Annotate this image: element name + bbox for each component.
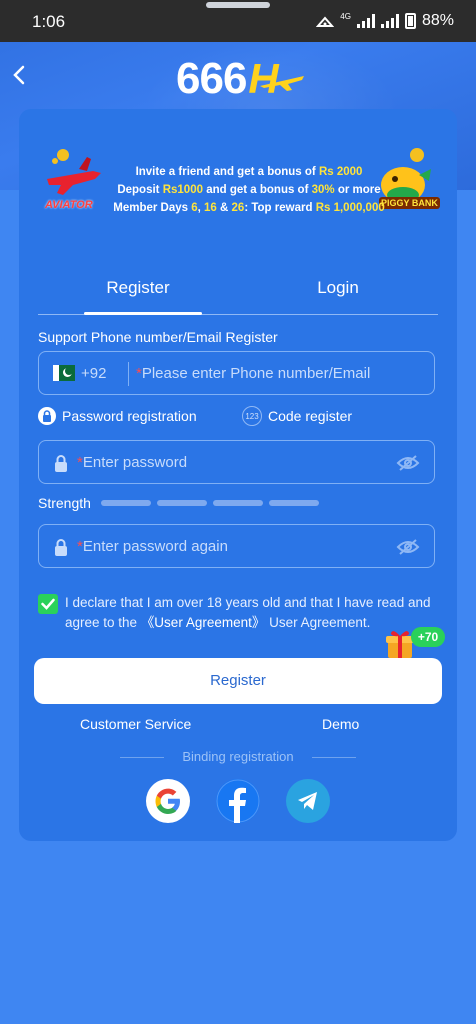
field-divider [128,362,129,386]
back-button[interactable] [12,64,32,88]
google-icon [155,788,180,814]
register-card: AVIATOR PIGGY BANK Invite a friend and g… [19,109,457,841]
eye-off-icon[interactable] [396,454,420,472]
divider-right [312,757,356,758]
bonus-badge: +70 [411,627,445,647]
check-icon [41,598,55,610]
status-icons: 4G 88% [316,12,454,30]
code-icon: 123 [242,406,262,426]
tab-register[interactable]: Register [38,275,238,315]
active-tab-indicator [84,312,202,315]
support-label: Support Phone number/Email Register [38,329,278,345]
option-password-registration[interactable]: Password registration [38,407,197,425]
user-agreement-link[interactable]: 《User Agreement》 [141,615,266,630]
divider-left [120,757,164,758]
strength-bar-2 [156,500,207,506]
auth-tabs: Register Login [38,275,438,315]
chevron-left-icon [13,65,25,85]
network-type: 4G [340,11,351,21]
tab-login[interactable]: Login [238,275,438,315]
promo-line-2: Deposit Rs1000 and get a bonus of 30% or… [117,184,381,196]
facebook-icon [216,779,260,823]
option-code-register[interactable]: 123 Code register [242,406,352,426]
strength-bar-4 [268,500,319,506]
phone-email-field[interactable]: +92 *Please enter Phone number/Email [38,351,435,395]
lock-icon [55,455,67,472]
promo-line-1: Invite a friend and get a bonus of Rs 20… [135,166,363,178]
telegram-login-button[interactable] [286,779,330,823]
telegram-icon [298,792,317,810]
status-bar: 1:06 4G 88% [0,0,476,42]
confirm-placeholder: *Enter password again [77,538,228,555]
confirm-password-field[interactable]: *Enter password again [38,524,435,568]
declaration-text: I declare that I am over 18 years old an… [65,595,431,630]
logo-digits: 666 [176,54,247,103]
signal-icon-2 [380,14,399,28]
binding-registration: Binding registration [19,749,457,764]
aviator-label: AVIATOR [45,199,93,211]
password-strength: Strength [38,495,319,511]
promo-banner: AVIATOR PIGGY BANK Invite a friend and g… [19,109,457,229]
agreement-checkbox[interactable] [38,594,58,614]
status-time: 1:06 [32,12,66,31]
customer-service-link[interactable]: Customer Service [80,716,191,732]
gift-icon [386,631,414,658]
lock-icon [38,407,56,425]
promo-text: Invite a friend and get a bonus of Rs 20… [99,163,399,217]
strength-bar-3 [212,500,263,506]
lock-icon [55,539,67,556]
pakistan-flag-icon [53,365,75,381]
password-placeholder: *Enter password [77,454,188,471]
eye-off-icon[interactable] [396,538,420,556]
battery-icon [404,13,416,29]
battery-level: 88% [421,12,454,29]
facebook-login-button[interactable] [216,779,260,823]
password-field[interactable]: *Enter password [38,440,435,484]
plane-icon [260,76,304,91]
strength-bar-1 [100,500,151,506]
demo-link[interactable]: Demo [322,716,359,732]
signal-icon [356,14,375,28]
camera-notch [206,2,270,8]
promo-line-3: Member Days 6, 16 & 26: Top reward Rs 1,… [113,202,385,214]
hotspot-icon [316,16,335,27]
phone-placeholder: *Please enter Phone number/Email [136,365,371,382]
register-button[interactable]: Register [34,658,442,704]
country-code[interactable]: +92 [81,365,106,382]
google-login-button[interactable] [146,779,190,823]
